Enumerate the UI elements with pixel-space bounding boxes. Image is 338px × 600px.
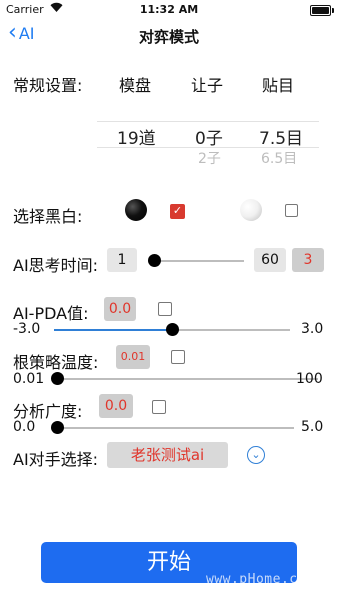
pda-checkbox[interactable] (158, 302, 172, 316)
pda-slider-thumb[interactable] (166, 323, 179, 336)
board-size-header: 模盘 (119, 76, 152, 95)
breadth-checkbox[interactable] (152, 400, 166, 414)
black-stone-icon (125, 199, 147, 221)
policy-temp-value: 0.01 (116, 345, 150, 369)
page-title: 对弈模式 (138, 28, 199, 46)
opponent-label: AI对手选择: (13, 450, 99, 469)
breadth-slider-track[interactable] (54, 427, 294, 429)
black-checkbox[interactable]: ✓ (170, 204, 185, 219)
status-bar: Carrier 11:32 AM (0, 0, 338, 20)
policy-temp-max-label: 100 (296, 371, 323, 387)
breadth-slider-thumb[interactable] (51, 421, 64, 434)
navigation-bar: ‹ AI 对弈模式 (0, 20, 338, 50)
status-time: 11:32 AM (139, 3, 199, 16)
pda-slider-fill (54, 329, 172, 331)
think-time-label: AI思考时间: (13, 256, 99, 275)
handicap-header: 让子 (191, 76, 224, 95)
breadth-max-label: 5.0 (301, 419, 324, 435)
breadth-min-label: 0.0 (13, 419, 36, 435)
komi-picker[interactable]: 7.5目 (259, 124, 303, 149)
policy-temp-slider-track[interactable] (54, 378, 318, 380)
breadth-value: 0.0 (99, 394, 133, 418)
pda-min-label: -3.0 (13, 321, 41, 337)
think-time-value: 3 (292, 248, 324, 272)
policy-temp-slider-thumb[interactable] (51, 372, 64, 385)
battery-icon (310, 5, 334, 16)
color-select-label: 选择黑白: (13, 207, 83, 226)
board-size-picker[interactable]: 19道 (117, 124, 156, 149)
komi-header: 贴目 (262, 76, 295, 95)
opponent-select[interactable]: 老张测试ai (107, 442, 228, 468)
policy-temp-label: 根策略温度: (13, 353, 99, 372)
handicap-picker-next[interactable]: 2子 (198, 148, 221, 168)
pda-max-label: 3.0 (301, 321, 324, 337)
think-time-min: 1 (107, 248, 137, 272)
think-time-slider-track[interactable] (150, 260, 244, 262)
policy-temp-checkbox[interactable] (171, 350, 185, 364)
handicap-picker[interactable]: 0子 (195, 124, 223, 149)
chevron-down-icon[interactable]: ⌄ (247, 446, 265, 464)
white-checkbox[interactable] (285, 204, 298, 217)
think-time-slider-thumb[interactable] (148, 254, 161, 267)
white-stone-icon (240, 199, 262, 221)
general-settings-label: 常规设置: (13, 76, 83, 95)
think-time-max: 60 (254, 248, 286, 272)
pda-value: 0.0 (104, 297, 136, 321)
picker-top-divider (97, 121, 319, 122)
komi-picker-next[interactable]: 6.5目 (261, 148, 297, 168)
policy-temp-min-label: 0.01 (13, 371, 45, 387)
watermark-logo: www.pHome.com (206, 572, 315, 587)
